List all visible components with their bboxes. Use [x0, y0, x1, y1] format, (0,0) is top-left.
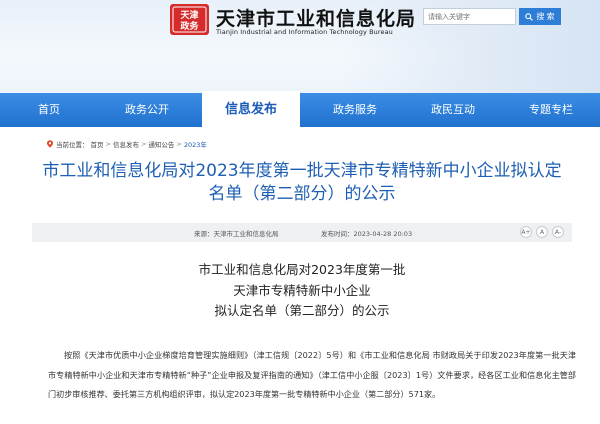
- nav-item-home[interactable]: 首页: [0, 93, 98, 127]
- font-size-controls: A+ A A-: [520, 226, 564, 238]
- font-decrease-button[interactable]: A-: [552, 226, 564, 238]
- article-container: 当前位置： 首页 > 信息发布 > 通知公告 > 2023年 市工业和信息化局对…: [24, 127, 580, 424]
- breadcrumb-link-year[interactable]: 2023年: [184, 139, 207, 149]
- search-button-label: 搜 索: [536, 12, 555, 21]
- nav-item-interaction[interactable]: 政民互动: [404, 93, 502, 127]
- breadcrumb-link-home[interactable]: 首页: [91, 139, 104, 149]
- search-button[interactable]: 搜 索: [519, 8, 561, 25]
- breadcrumb-separator: >: [105, 140, 111, 148]
- site-subtitle: Tianjin Industrial and Information Techn…: [216, 28, 393, 36]
- location-pin-icon: [46, 140, 54, 148]
- site-header: 天津 政务 天津市工业和信息化局 Tianjin Industrial and …: [0, 0, 600, 93]
- breadcrumb-prefix: 当前位置：: [56, 141, 89, 149]
- breadcrumb-separator: >: [176, 140, 182, 148]
- site-title: 天津市工业和信息化局: [216, 8, 417, 30]
- breadcrumb-link-notices[interactable]: 通知公告: [148, 139, 174, 149]
- article-body-paragraph: 按照《天津市优质中小企业梯度培育管理实施细则》（津工信规〔2022〕5号）和《市…: [48, 350, 576, 399]
- logo-text-top: 天津: [180, 9, 198, 21]
- site-logo[interactable]: 天津 政务: [169, 3, 210, 36]
- logo-text-bottom: 政务: [180, 20, 199, 32]
- document-heading: 市工业和信息化局对2023年度第一批 天津市专精特新中小企业 拟认定名单（第二部…: [24, 260, 580, 322]
- article-source: 来源：天津市工业和信息化局: [194, 230, 279, 238]
- document-heading-line: 市工业和信息化局对2023年度第一批: [198, 262, 406, 277]
- document-heading-line: 天津市专精特新中小企业: [233, 282, 371, 298]
- font-default-button[interactable]: A: [536, 226, 548, 238]
- article-title: 市工业和信息化局对2023年度第一批天津市专精特新中小企业拟认定名单（第二部分）…: [42, 161, 562, 204]
- search-icon: [525, 12, 534, 21]
- breadcrumb-link-info-release[interactable]: 信息发布: [113, 139, 139, 149]
- document-heading-line: 拟认定名单（第二部分）的公示: [214, 303, 390, 318]
- nav-item-gov-services[interactable]: 政务服务: [306, 93, 404, 127]
- nav-item-special-topics[interactable]: 专题专栏: [502, 93, 600, 127]
- main-nav: 首页 政务公开 信息发布 政务服务 政民互动 专题专栏: [0, 91, 600, 129]
- nav-item-info-release[interactable]: 信息发布: [202, 91, 300, 129]
- breadcrumb-separator: >: [140, 140, 147, 148]
- breadcrumb: 当前位置： 首页 > 信息发布 > 通知公告 > 2023年: [46, 139, 207, 149]
- font-increase-button[interactable]: A+: [520, 226, 532, 238]
- article-publish-date: 发布时间：2023-04-28 20:03: [321, 230, 413, 238]
- article-meta-bar: 来源：天津市工业和信息化局 发布时间：2023-04-28 20:03 A+ A…: [32, 223, 572, 242]
- search-input[interactable]: [423, 8, 516, 25]
- nav-item-government-affairs[interactable]: 政务公开: [98, 93, 196, 127]
